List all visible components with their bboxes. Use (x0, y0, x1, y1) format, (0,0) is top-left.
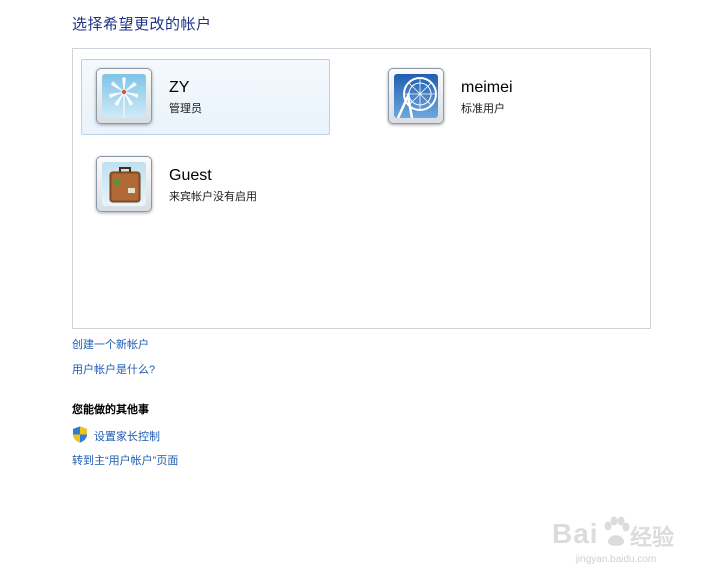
uac-shield-icon (73, 426, 87, 443)
page-title: 选择希望更改的帐户 (72, 16, 212, 33)
watermark-brand: Bai (552, 518, 599, 549)
account-name: Guest (169, 167, 212, 184)
account-tile-zy[interactable]: ZY 管理员 (81, 59, 330, 135)
account-tile-guest[interactable]: Guest 来宾帐户没有启用 (81, 147, 330, 223)
parental-controls-link[interactable]: 设置家长控制 (94, 428, 160, 444)
windmill-picture-icon (102, 74, 146, 118)
account-picture-guest (96, 156, 152, 212)
account-picture-zy (96, 68, 152, 124)
account-type: 标准用户 (461, 103, 505, 115)
ferris-wheel-picture-icon (394, 74, 438, 118)
what-is-account-link[interactable]: 用户帐户是什么? (72, 361, 155, 377)
go-to-main-accounts-link[interactable]: 转到主“用户帐户”页面 (72, 452, 178, 468)
account-name: ZY (169, 79, 190, 96)
account-name: meimei (461, 79, 513, 96)
watermark-url: jingyan.baidu.com (575, 554, 657, 565)
account-type: 管理员 (169, 103, 202, 115)
watermark-text: 经验 (630, 525, 675, 550)
suitcase-picture-icon (102, 162, 146, 206)
accounts-panel: ZY 管理员 meimei 标准用户 Guest 来宾帐户没有启用 (72, 48, 651, 329)
other-tasks-heading: 您能做的其他事 (72, 404, 149, 416)
paw-icon (604, 516, 630, 546)
account-picture-meimei (388, 68, 444, 124)
watermark: Bai 经验 jingyan.baidu.com (546, 508, 686, 572)
create-account-link[interactable]: 创建一个新帐户 (72, 336, 149, 352)
account-tile-meimei[interactable]: meimei 标准用户 (373, 59, 622, 135)
account-type: 来宾帐户没有启用 (169, 191, 257, 203)
